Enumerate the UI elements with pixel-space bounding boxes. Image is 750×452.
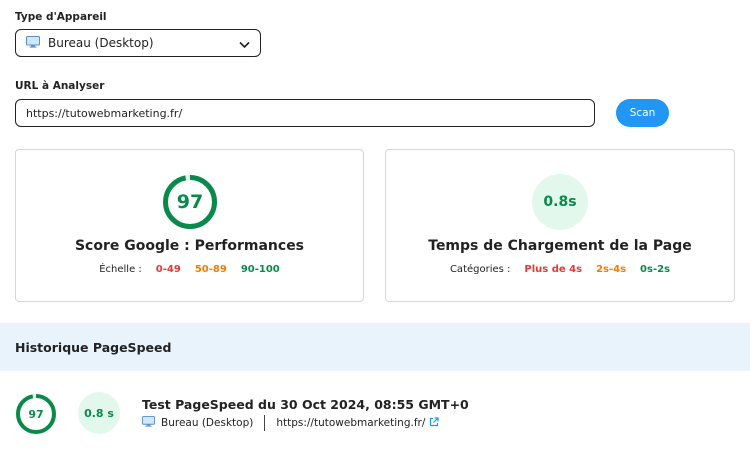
score-value: 97 <box>176 191 204 213</box>
scale-range-good: 90-100 <box>240 264 280 275</box>
category-medium: 2s-4s <box>596 264 627 275</box>
score-scale: Échelle : 0-49 50-89 90-100 <box>16 264 363 275</box>
category-fast: 0s-2s <box>640 264 671 275</box>
load-time-title: Temps de Chargement de la Page <box>428 238 692 254</box>
history-entry-url[interactable]: https://tutowebmarketing.fr/ <box>276 417 425 429</box>
external-link-icon[interactable] <box>429 416 439 430</box>
category-slow: Plus de 4s <box>524 264 583 275</box>
score-gauge: 97 <box>162 174 218 230</box>
chevron-down-icon <box>239 38 250 52</box>
scale-range-medium: 50-89 <box>194 264 227 275</box>
history-header: Historique PageSpeed <box>0 323 750 371</box>
scan-button[interactable]: Scan <box>616 99 669 127</box>
history-title: Historique PageSpeed <box>15 339 172 355</box>
scale-label: Échelle : <box>99 264 142 275</box>
categories-label: Catégories : <box>449 264 511 275</box>
history-entry-title: Test PageSpeed du 30 Oct 2024, 08:55 GMT… <box>142 397 469 412</box>
history-entry-device: Bureau (Desktop) <box>161 417 254 429</box>
score-card-title: Score Google : Performances <box>74 238 305 254</box>
history-score-gauge: 97 <box>15 393 57 435</box>
url-label: URL à Analyser <box>15 80 105 92</box>
load-time-categories: Catégories : Plus de 4s 2s-4s 0s-2s <box>386 264 734 275</box>
performance-score-card: 97 Score Google : Performances Échelle :… <box>15 149 364 302</box>
device-select-value: Bureau (Desktop) <box>48 36 154 50</box>
device-type-label: Type d'Appareil <box>15 11 107 23</box>
url-input[interactable] <box>15 99 595 127</box>
load-time-value: 0.8s <box>532 174 588 230</box>
device-select[interactable]: Bureau (Desktop) <box>15 29 261 57</box>
load-time-card: 0.8s Temps de Chargement de la Page Caté… <box>385 149 735 302</box>
desktop-icon <box>26 35 40 51</box>
history-entry-meta: Bureau (Desktop) https://tutowebmarketin… <box>142 415 439 431</box>
history-time-value: 0.8 s <box>78 392 120 434</box>
scale-range-bad: 0-49 <box>155 264 181 275</box>
desktop-icon <box>142 416 155 430</box>
history-score-value: 97 <box>28 407 44 421</box>
meta-divider <box>264 415 266 431</box>
